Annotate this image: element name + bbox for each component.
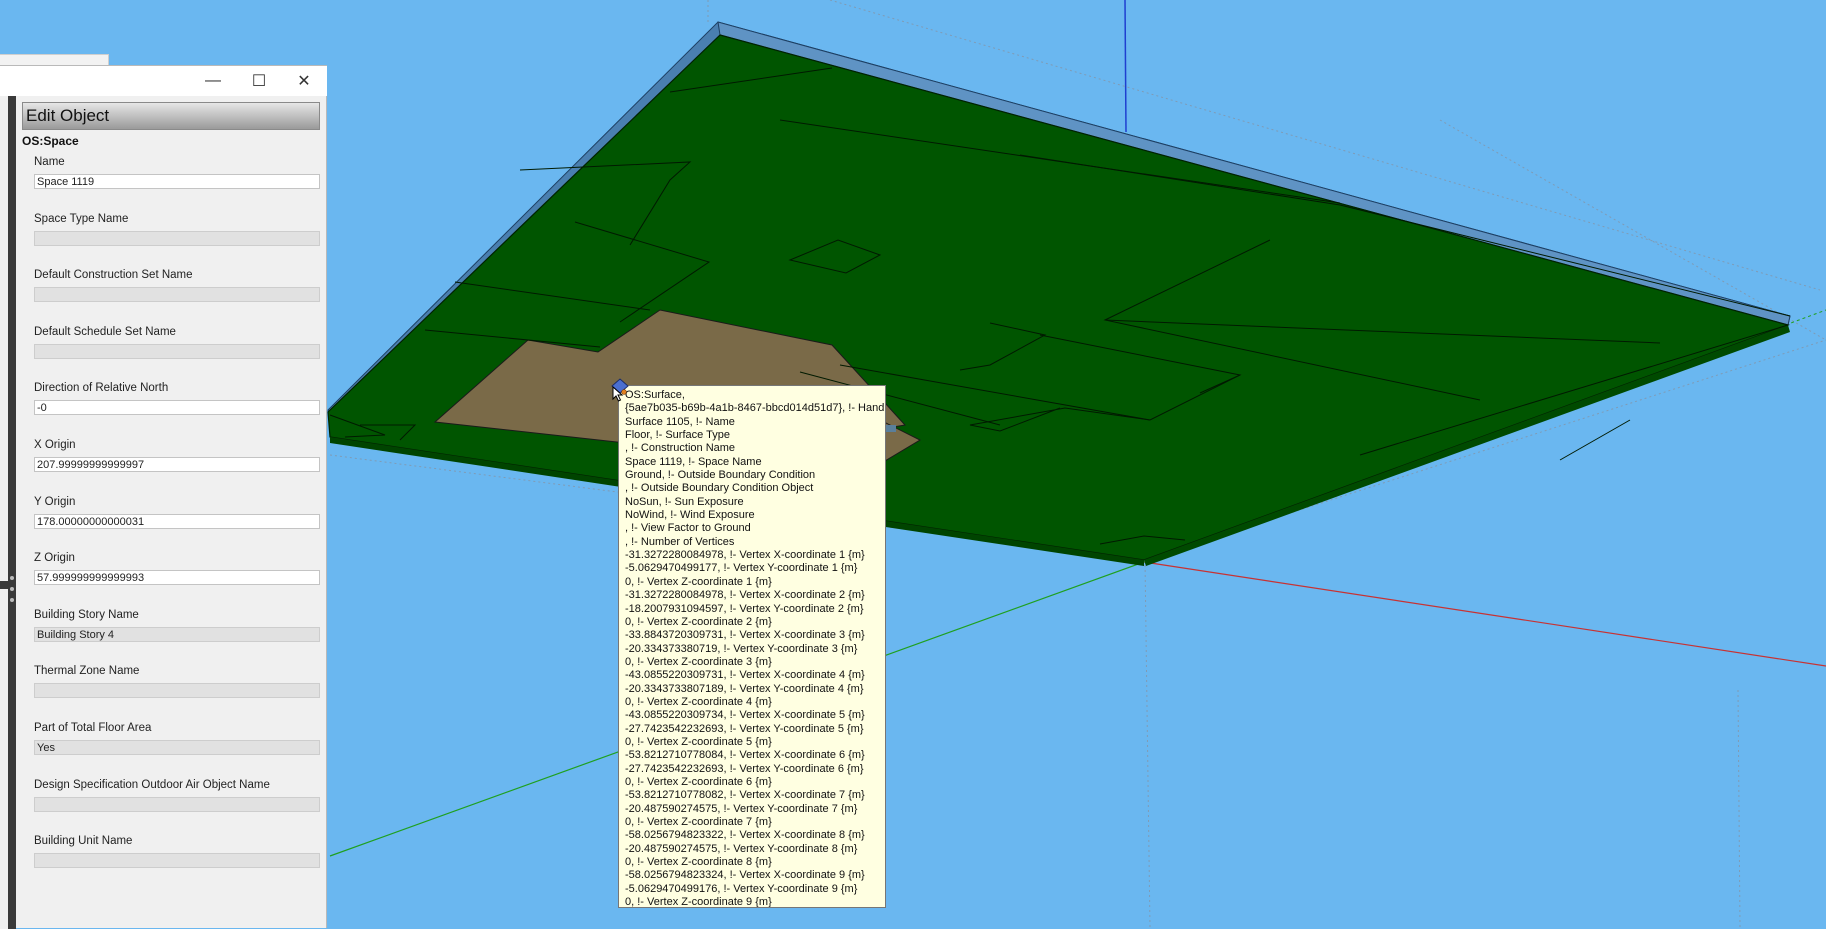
tooltip-line: , !- Number of Vertices — [625, 535, 735, 548]
tooltip-line: -58.0256794823324, !- Vertex X-coordinat… — [625, 869, 865, 882]
tooltip-line: -31.3272280084978, !- Vertex X-coordinat… — [625, 549, 865, 562]
field-y-origin: Y Origin 178.00000000000031 — [22, 493, 320, 546]
design-specification-outdoor-air-object-name-input[interactable] — [34, 796, 320, 812]
field-direction-of-relative-north: Direction of Relative North -0 — [22, 379, 320, 432]
field-label: Default Schedule Set Name — [34, 325, 176, 338]
tooltip-line: 0, !- Vertex Z-coordinate 4 {m} — [625, 695, 772, 708]
field-label: Z Origin — [34, 552, 75, 565]
field-label: Direction of Relative North — [34, 382, 169, 395]
maximize-button[interactable]: ☐ — [236, 66, 282, 96]
dock-splitter[interactable] — [0, 96, 16, 929]
field-x-origin: X Origin 207.99999999999997 — [22, 436, 320, 489]
tooltip-line: 0, !- Vertex Z-coordinate 5 {m} — [625, 735, 772, 748]
y-origin-input[interactable]: 178.00000000000031 — [34, 513, 320, 529]
splitter-notch — [0, 581, 8, 589]
dialog-titlebar[interactable]: — ☐ ✕ — [0, 66, 327, 96]
minimize-button[interactable]: — — [190, 66, 236, 96]
edit-object-dialog: — ☐ ✕ Edit Object OS:Space Name Space 11… — [0, 65, 327, 929]
thermal-zone-name-input[interactable] — [34, 683, 320, 699]
tooltip-line: -43.0855220309731, !- Vertex X-coordinat… — [625, 669, 865, 682]
tooltip-line: 0, !- Vertex Z-coordinate 8 {m} — [625, 856, 772, 869]
object-type-label: OS:Space — [22, 134, 79, 148]
field-building-story-name: Building Story Name Building Story 4 — [22, 606, 320, 659]
splitter-grip-icon[interactable] — [9, 576, 15, 602]
field-label: Default Construction Set Name — [34, 269, 193, 282]
tooltip-line: Floor, !- Surface Type — [625, 429, 730, 442]
field-label: Part of Total Floor Area — [34, 721, 152, 734]
tooltip-line: -53.8212710778084, !- Vertex X-coordinat… — [625, 749, 865, 762]
tooltip-line: -20.487590274575, !- Vertex Y-coordinate… — [625, 802, 858, 815]
field-default-schedule-set-name: Default Schedule Set Name — [22, 323, 320, 376]
surface-info-tooltip: OS:Surface, {5ae7b035-b69b-4a1b-8467-bbcd… — [618, 385, 886, 908]
tooltip-line: -43.0855220309734, !- Vertex X-coordinat… — [625, 709, 865, 722]
tooltip-line: -5.0629470499177, !- Vertex Y-coordinate… — [625, 562, 858, 575]
cursor-icon — [611, 378, 629, 402]
field-list: Name Space 1119 Space Type Name Default … — [22, 153, 320, 885]
tooltip-line: , !- View Factor to Ground — [625, 522, 751, 535]
tooltip-line: Space 1119, !- Space Name — [625, 455, 762, 468]
field-label: Building Unit Name — [34, 835, 133, 848]
tooltip-line: Surface 1105, !- Name — [625, 415, 735, 428]
tooltip-line: , !- Outside Boundary Condition Object — [625, 482, 814, 495]
tooltip-line: 0, !- Vertex Z-coordinate 6 {m} — [625, 775, 772, 788]
edit-object-panel: Edit Object OS:Space Name Space 1119 Spa… — [22, 102, 320, 885]
tooltip-line: 0, !- Vertex Z-coordinate 2 {m} — [625, 615, 772, 628]
field-label: Building Story Name — [34, 608, 139, 621]
field-label: Space Type Name — [34, 212, 129, 225]
tooltip-line: 0, !- Vertex Z-coordinate 9 {m} — [625, 896, 772, 908]
tooltip-line: {5ae7b035-b69b-4a1b-8467-bbcd014d51d7}, … — [625, 402, 886, 415]
field-label: Name — [34, 156, 65, 168]
field-part-of-total-floor-area: Part of Total Floor Area Yes — [22, 719, 320, 772]
tooltip-line: -58.0256794823322, !- Vertex X-coordinat… — [625, 829, 865, 842]
field-default-construction-set-name: Default Construction Set Name — [22, 266, 320, 319]
splitter-bar — [8, 96, 16, 929]
field-thermal-zone-name: Thermal Zone Name — [22, 662, 320, 715]
field-z-origin: Z Origin 57.999999999999993 — [22, 549, 320, 602]
tooltip-line: -33.8843720309731, !- Vertex X-coordinat… — [625, 629, 865, 642]
tooltip-line: -27.7423542232693, !- Vertex Y-coordinat… — [625, 722, 864, 735]
maximize-icon: ☐ — [251, 73, 267, 90]
tooltip-line: -27.7423542232693, !- Vertex Y-coordinat… — [625, 762, 864, 775]
field-label: Design Specification Outdoor Air Object … — [34, 778, 270, 791]
space-type-name-input[interactable] — [34, 230, 320, 246]
field-name: Name Space 1119 — [22, 153, 320, 206]
default-construction-set-name-input[interactable] — [34, 287, 320, 303]
direction-of-relative-north-input[interactable]: -0 — [34, 400, 320, 416]
tooltip-line: 0, !- Vertex Z-coordinate 7 {m} — [625, 816, 772, 828]
tooltip-line: 0, !- Vertex Z-coordinate 3 {m} — [625, 655, 772, 668]
panel-header: Edit Object — [22, 102, 320, 130]
close-icon: ✕ — [297, 73, 311, 90]
name-input[interactable]: Space 1119 — [34, 174, 320, 189]
tooltip-line: -20.487590274575, !- Vertex Y-coordinate… — [625, 842, 858, 855]
x-origin-input[interactable]: 207.99999999999997 — [34, 456, 320, 472]
tooltip-line: NoWind, !- Wind Exposure — [625, 509, 755, 522]
field-design-specification-outdoor-air-object-name: Design Specification Outdoor Air Object … — [22, 776, 320, 829]
tooltip-lines: OS:Surface, {5ae7b035-b69b-4a1b-8467-bbcd… — [625, 389, 886, 908]
field-space-type-name: Space Type Name — [22, 210, 320, 263]
building-story-name-input[interactable]: Building Story 4 — [34, 626, 320, 642]
field-label: Y Origin — [34, 495, 76, 508]
close-button[interactable]: ✕ — [281, 66, 327, 96]
tooltip-line: -53.8212710778082, !- Vertex X-coordinat… — [625, 789, 865, 802]
tooltip-line: Ground, !- Outside Boundary Condition — [625, 469, 816, 482]
part-of-total-floor-area-input[interactable]: Yes — [34, 739, 320, 755]
building-unit-name-input[interactable] — [34, 853, 320, 869]
field-label: X Origin — [34, 438, 76, 451]
z-axis — [1124, 0, 1127, 133]
tooltip-line: -20.334373380719, !- Vertex Y-coordinate… — [625, 642, 858, 655]
tooltip-line: NoSun, !- Sun Exposure — [625, 495, 744, 508]
default-schedule-set-name-input[interactable] — [34, 343, 320, 359]
field-building-unit-name: Building Unit Name — [22, 832, 320, 885]
tooltip-line: -20.3343733807189, !- Vertex Y-coordinat… — [625, 682, 864, 695]
minimize-icon: — — [205, 72, 221, 89]
tooltip-line: 0, !- Vertex Z-coordinate 1 {m} — [625, 575, 772, 588]
tooltip-line: -5.0629470499176, !- Vertex Y-coordinate… — [625, 882, 858, 895]
tooltip-line: -31.3272280084978, !- Vertex X-coordinat… — [625, 589, 865, 602]
field-label: Thermal Zone Name — [34, 665, 140, 678]
z-origin-input[interactable]: 57.999999999999993 — [34, 570, 320, 586]
tooltip-line: , !- Construction Name — [625, 442, 736, 455]
tooltip-line: -18.2007931094597, !- Vertex Y-coordinat… — [625, 602, 864, 615]
tooltip-line: OS:Surface, — [625, 389, 685, 401]
